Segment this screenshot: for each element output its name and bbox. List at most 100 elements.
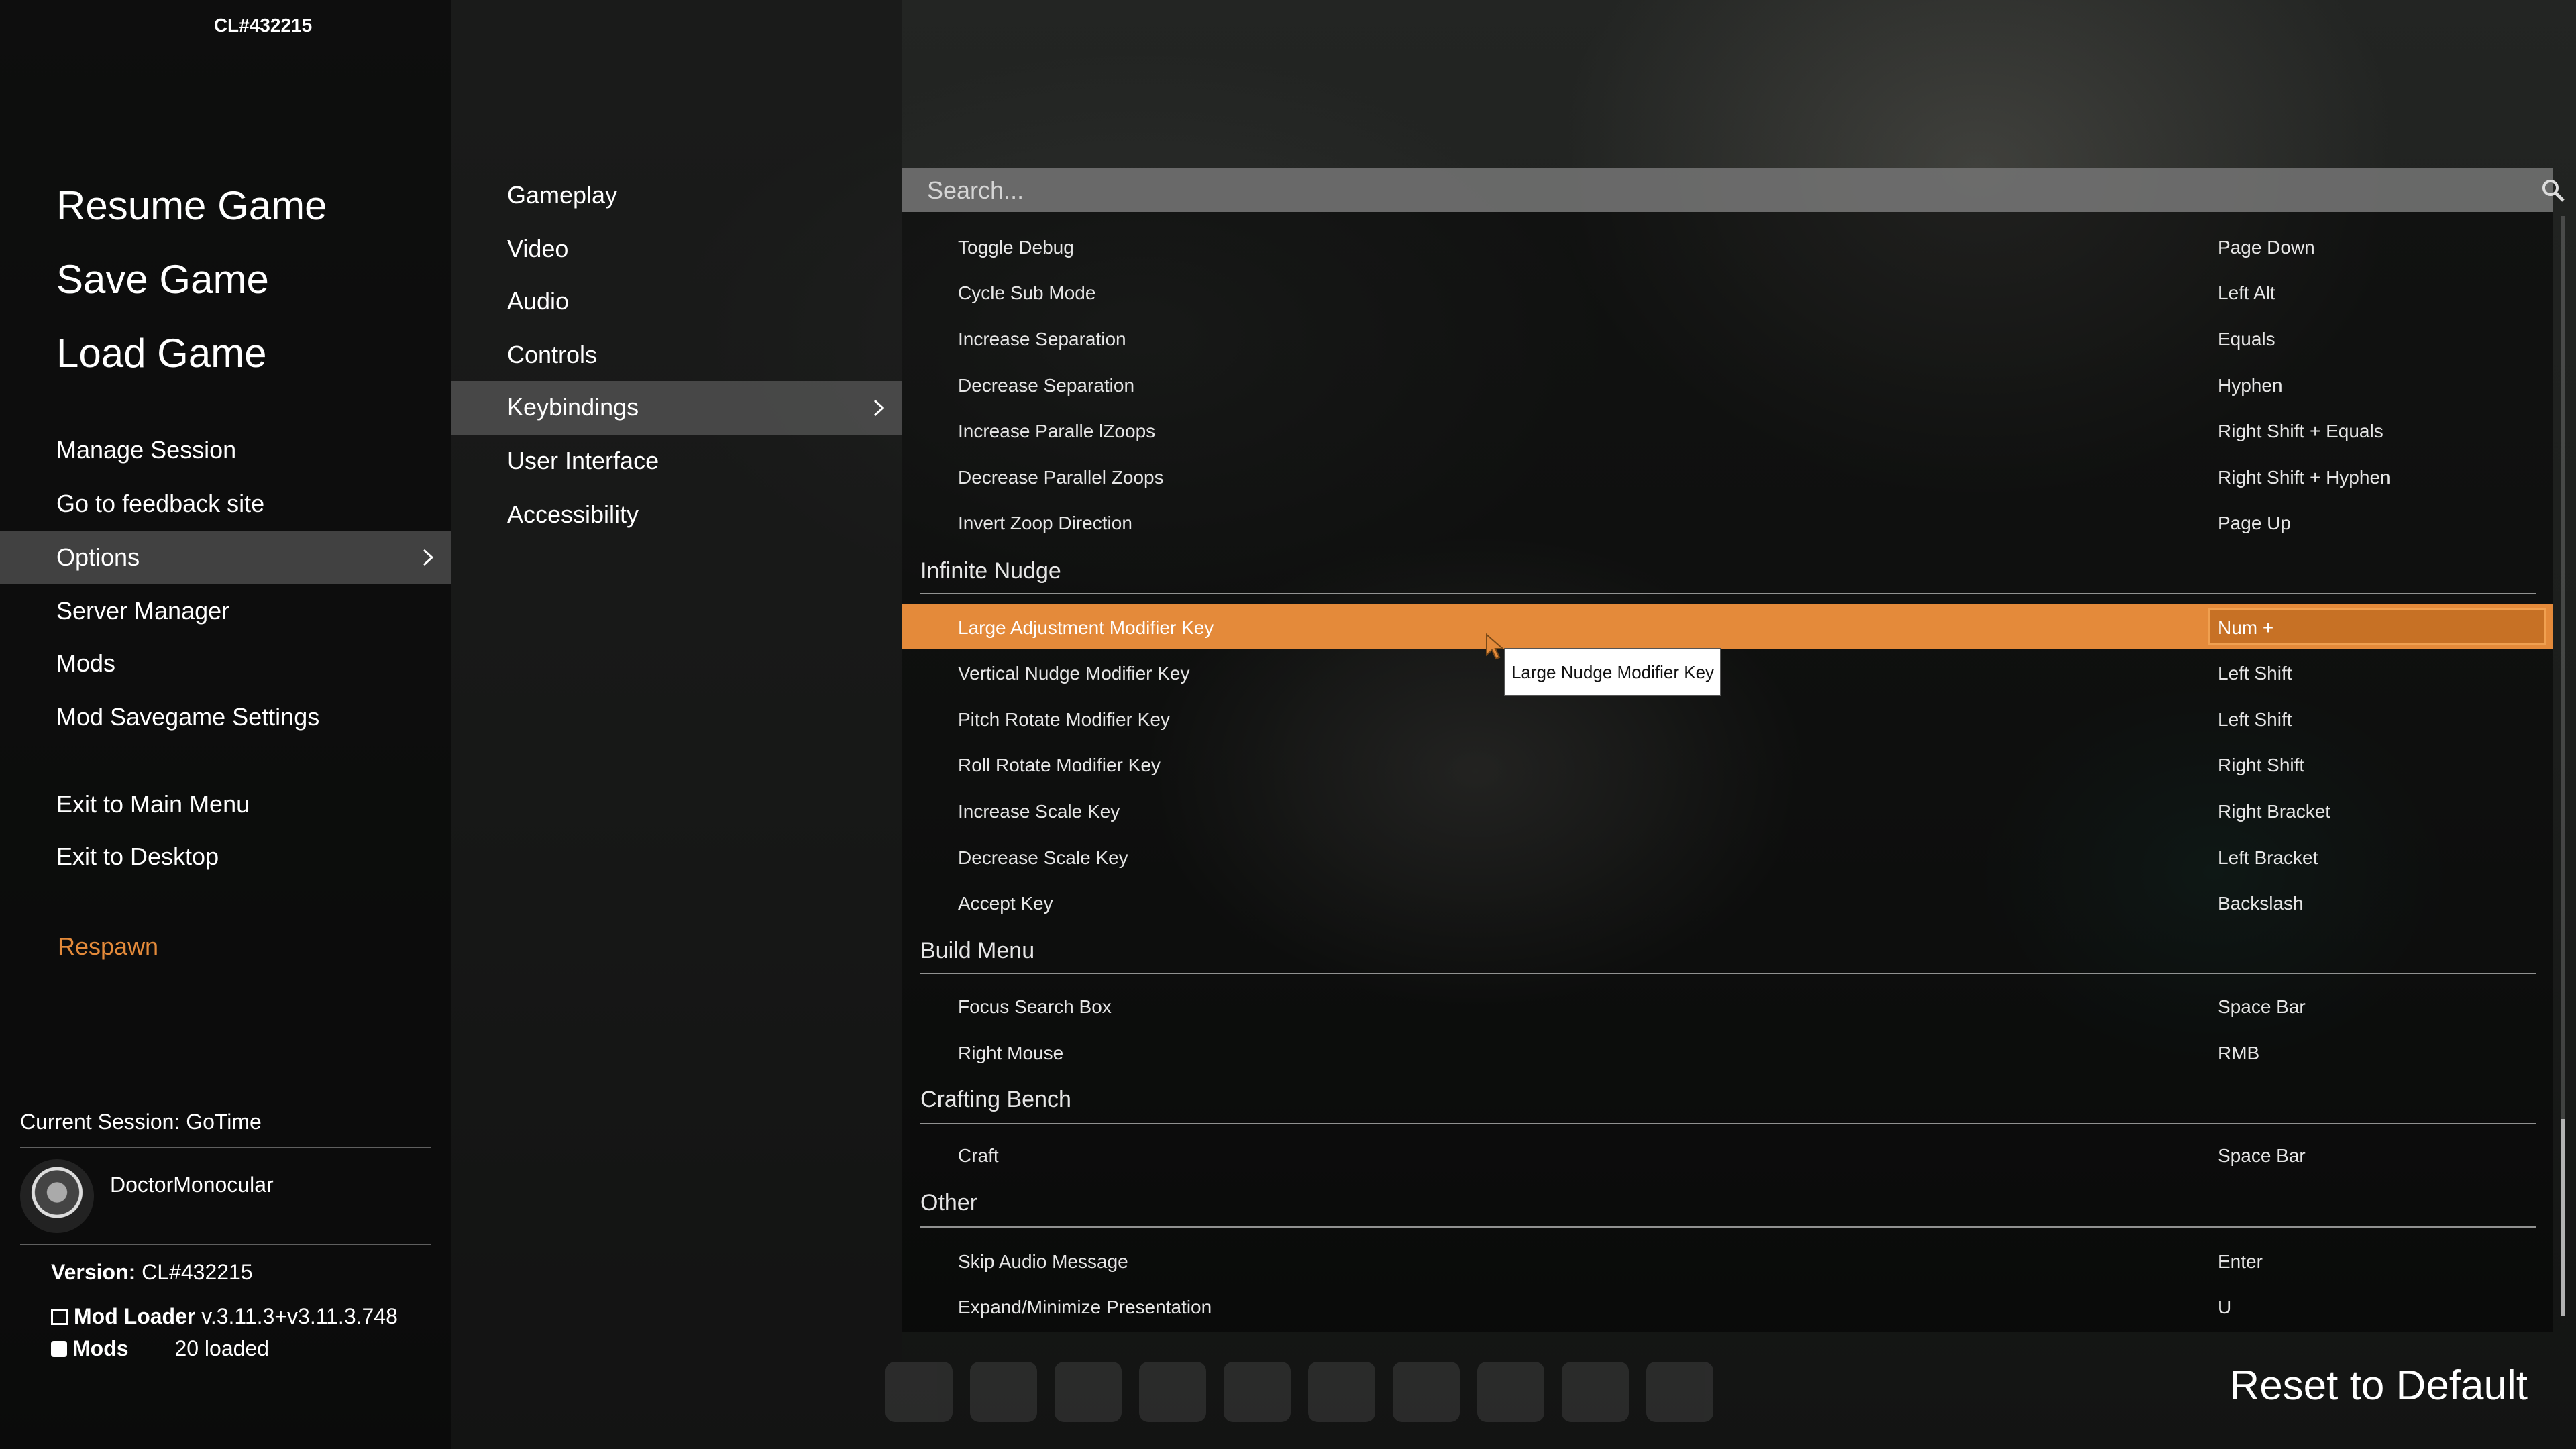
keybind-label-selected[interactable]: Large Adjustment Modifier Key — [958, 617, 1214, 639]
keybind-label[interactable]: Increase Paralle lZoops — [958, 421, 1155, 442]
keybind-label[interactable]: Accept Key — [958, 893, 1053, 914]
mods-button[interactable]: Mods — [56, 649, 115, 678]
section-heading-build-menu: Build Menu — [920, 938, 1035, 963]
server-manager-button[interactable]: Server Manager — [56, 597, 229, 625]
version-line: Version: CL#432215 — [51, 1260, 253, 1285]
hotbar-slot — [1224, 1362, 1291, 1422]
tab-audio[interactable]: Audio — [507, 287, 569, 315]
chevron-right-icon — [869, 398, 888, 417]
keybind-label[interactable]: Invert Zoop Direction — [958, 513, 1132, 534]
keybind-label[interactable]: Pitch Rotate Modifier Key — [958, 709, 1170, 731]
mods-label: Mods — [72, 1336, 129, 1360]
mod-loader-value: v.3.11.3+v3.11.3.748 — [201, 1304, 398, 1328]
mod-savegame-settings-button[interactable]: Mod Savegame Settings — [56, 703, 319, 731]
hotbar-slot — [885, 1362, 953, 1422]
tab-video[interactable]: Video — [507, 235, 568, 263]
build-tag: CL#432215 — [213, 15, 313, 36]
keybind-value[interactable]: Right Bracket — [2218, 801, 2330, 822]
save-game-button[interactable]: Save Game — [56, 256, 269, 303]
reset-to-default-button[interactable]: Reset to Default — [2229, 1362, 2528, 1409]
keybind-value[interactable]: Right Shift — [2218, 755, 2304, 776]
section-heading-crafting-bench: Crafting Bench — [920, 1087, 1071, 1112]
keybind-value[interactable]: Left Alt — [2218, 282, 2275, 304]
section-divider — [920, 1123, 2536, 1124]
chevron-right-icon — [419, 548, 437, 567]
options-button[interactable]: Options — [56, 543, 140, 572]
search-icon[interactable] — [2541, 178, 2565, 203]
hotbar-slot — [1055, 1362, 1122, 1422]
keybind-value[interactable]: Right Shift + Equals — [2218, 421, 2383, 442]
background-hotbar — [885, 1362, 1731, 1422]
mods-icon — [51, 1341, 67, 1357]
keybind-label[interactable]: Decrease Separation — [958, 375, 1134, 396]
current-session-label: Current Session: GoTime — [20, 1110, 262, 1134]
keybind-value[interactable]: Page Up — [2218, 513, 2291, 534]
keybind-value[interactable]: U — [2218, 1297, 2231, 1318]
session-divider — [20, 1147, 431, 1148]
version-value: CL#432215 — [142, 1260, 253, 1284]
keybind-value[interactable]: Enter — [2218, 1251, 2263, 1273]
feedback-site-button[interactable]: Go to feedback site — [56, 490, 264, 518]
keybind-value[interactable]: Right Shift + Hyphen — [2218, 467, 2391, 488]
hotbar-slot — [1477, 1362, 1544, 1422]
section-heading-other: Other — [920, 1190, 978, 1216]
tooltip: Large Nudge Modifier Key — [1504, 648, 1721, 696]
keybind-label[interactable]: Expand/Minimize Presentation — [958, 1297, 1212, 1318]
keybind-label[interactable]: Vertical Nudge Modifier Key — [958, 663, 1190, 684]
keybind-label[interactable]: Roll Rotate Modifier Key — [958, 755, 1161, 776]
hotbar-slot — [1562, 1362, 1629, 1422]
tab-keybindings[interactable]: Keybindings — [507, 393, 639, 421]
mod-loader-line: Mod Loader v.3.11.3+v3.11.3.748 — [51, 1304, 398, 1329]
keybind-value[interactable]: Equals — [2218, 329, 2275, 350]
tab-gameplay[interactable]: Gameplay — [507, 181, 617, 209]
keybind-value[interactable]: Backslash — [2218, 893, 2304, 914]
resume-game-button[interactable]: Resume Game — [56, 182, 327, 229]
mods-line: Mods 20 loaded — [51, 1336, 269, 1361]
session-divider-2 — [20, 1244, 431, 1245]
section-divider — [920, 973, 2536, 974]
section-heading-infinite-nudge: Infinite Nudge — [920, 558, 1061, 584]
mod-loader-label: Mod Loader — [74, 1304, 196, 1328]
mouse-cursor-icon — [1485, 633, 1505, 660]
keybind-label[interactable]: Focus Search Box — [958, 996, 1112, 1018]
keybind-value[interactable]: Left Shift — [2218, 709, 2292, 731]
section-divider — [920, 1226, 2536, 1228]
options-submenu-panel — [451, 0, 902, 1449]
keybind-label[interactable]: Toggle Debug — [958, 237, 1074, 258]
keybind-label[interactable]: Right Mouse — [958, 1042, 1063, 1064]
exit-desktop-button[interactable]: Exit to Desktop — [56, 843, 219, 871]
keybind-label[interactable]: Cycle Sub Mode — [958, 282, 1095, 304]
hotbar-slot — [1139, 1362, 1206, 1422]
keybind-label[interactable]: Decrease Parallel Zoops — [958, 467, 1164, 488]
mod-loader-icon — [51, 1309, 68, 1325]
keybind-value[interactable]: RMB — [2218, 1042, 2259, 1064]
username-label: DoctorMonocular — [110, 1173, 274, 1197]
scrollbar-thumb[interactable] — [2561, 1119, 2565, 1316]
avatar — [20, 1159, 94, 1233]
tab-user-interface[interactable]: User Interface — [507, 447, 659, 475]
keybind-value[interactable]: Space Bar — [2218, 996, 2306, 1018]
hotbar-slot — [1646, 1362, 1713, 1422]
hotbar-slot — [1393, 1362, 1460, 1422]
keybind-label[interactable]: Skip Audio Message — [958, 1251, 1128, 1273]
hotbar-slot — [1308, 1362, 1375, 1422]
respawn-button[interactable]: Respawn — [58, 932, 158, 961]
keybind-value[interactable]: Hyphen — [2218, 375, 2283, 396]
keybind-value[interactable]: Space Bar — [2218, 1145, 2306, 1167]
keybind-value[interactable]: Page Down — [2218, 237, 2315, 258]
search-input[interactable] — [926, 170, 2471, 211]
tab-controls[interactable]: Controls — [507, 341, 597, 369]
tab-accessibility[interactable]: Accessibility — [507, 500, 639, 529]
keybind-label[interactable]: Decrease Scale Key — [958, 847, 1128, 869]
mods-count: 20 loaded — [174, 1336, 270, 1360]
keybind-value[interactable]: Left Bracket — [2218, 847, 2318, 869]
keybind-label[interactable]: Increase Separation — [958, 329, 1126, 350]
keybind-value-selected[interactable]: Num + — [2218, 617, 2273, 639]
exit-main-menu-button[interactable]: Exit to Main Menu — [56, 790, 250, 818]
keybind-value[interactable]: Left Shift — [2218, 663, 2292, 684]
keybind-label[interactable]: Increase Scale Key — [958, 801, 1120, 822]
keybind-label[interactable]: Craft — [958, 1145, 999, 1167]
manage-session-button[interactable]: Manage Session — [56, 436, 236, 464]
hotbar-slot — [970, 1362, 1037, 1422]
load-game-button[interactable]: Load Game — [56, 330, 267, 376]
